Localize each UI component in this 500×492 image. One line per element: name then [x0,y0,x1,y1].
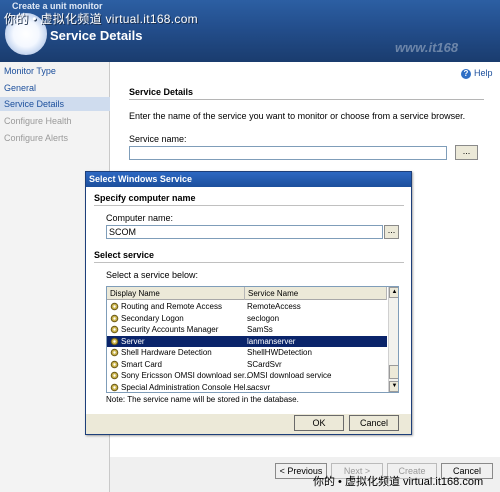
service-display-name: Special Administration Console Hel... [121,382,253,392]
gear-icon [110,371,119,380]
scroll-up-icon[interactable]: ▲ [389,287,398,298]
service-display-name: Routing and Remote Access [121,302,222,311]
scroll-thumb[interactable] [389,365,398,379]
dialog-title: Select Windows Service [89,174,192,184]
service-row[interactable]: Smart Card SCardSvr [107,359,387,370]
instructions-text: Enter the name of the service you want t… [129,111,466,121]
column-header-display-name[interactable]: Display Name [107,287,245,300]
section-title: Service Details [129,87,194,97]
service-short-name: lanmanserver [247,336,296,346]
gear-icon [110,302,119,311]
nav-item-configure-health: Configure Health [4,116,72,126]
section-divider [129,99,484,100]
service-name-input[interactable] [129,146,447,160]
service-short-name: sacsvr [247,382,271,392]
gear-icon [110,325,119,334]
list-scrollbar[interactable]: ▲ ▼ [388,287,398,392]
service-row[interactable]: Sony Ericsson OMSI download ser... OMSI d… [107,370,387,381]
computer-browse-button[interactable]: ... [384,225,399,239]
watermark-bottom: 你的 • 虚拟化频道 virtual.it168.com [313,476,484,488]
computer-name-label: Computer name: [106,213,174,223]
service-display-name: Security Accounts Manager [121,325,219,334]
heading-divider [94,262,404,263]
service-row[interactable]: Server lanmanserver [107,335,387,347]
service-row[interactable]: Shell Hardware Detection ShellHWDetection [107,347,387,358]
gear-icon [110,314,119,323]
computer-name-input[interactable]: SCOM [106,225,383,239]
service-display-name: Secondary Logon [121,313,184,323]
watermark-logo: www.it168 [395,40,459,55]
gear-icon [110,337,119,346]
help-link[interactable]: Help [474,68,493,78]
page-title: Service Details [50,28,143,43]
nav-item-general[interactable]: General [0,81,110,95]
service-browse-button[interactable]: ... [455,145,478,160]
service-short-name: RemoteAccess [247,302,301,311]
service-short-name: seclogon [247,313,280,323]
select-service-label: Select a service below: [106,270,199,280]
specify-computer-heading: Specify computer name [94,193,196,203]
select-windows-service-dialog: Select Windows Service Specify computer … [85,171,412,435]
column-header-service-name[interactable]: Service Name [245,287,387,300]
service-row[interactable]: Routing and Remote Access RemoteAccess [107,301,387,312]
service-row[interactable]: Security Accounts Manager SamSs [107,324,387,335]
help-icon[interactable]: ? [461,69,471,79]
service-name-label: Service name: [129,134,187,144]
gear-icon [110,348,119,357]
service-row[interactable]: Special Administration Console Hel... sac… [107,382,387,393]
service-short-name: OMSI download service [247,371,332,380]
service-display-name: Shell Hardware Detection [121,348,212,357]
gear-icon [110,383,119,392]
list-header: Display Name Service Name [107,287,387,300]
service-display-name: Server [121,336,145,346]
dialog-note: Note: The service name will be stored in… [106,395,299,404]
nav-item-service-details[interactable]: Service Details [0,97,110,111]
dialog-cancel-button[interactable]: Cancel [349,415,399,431]
select-service-heading: Select service [94,250,155,260]
service-list[interactable]: Display Name Service Name Routing and Re… [106,286,399,393]
service-display-name: Sony Ericsson OMSI download ser... [121,371,251,380]
nav-item-monitor-type[interactable]: Monitor Type [0,64,110,78]
service-short-name: SCardSvr [247,359,282,369]
service-display-name: Smart Card [121,359,162,369]
service-short-name: SamSs [247,325,273,334]
watermark-top: 你的 • 虚拟化频道 virtual.it168.com [4,12,198,26]
gear-icon [110,360,119,369]
heading-divider [94,205,404,206]
scroll-down-icon[interactable]: ▼ [389,381,398,392]
nav-item-configure-alerts: Configure Alerts [4,133,69,143]
service-short-name: ShellHWDetection [247,348,312,357]
ok-button[interactable]: OK [294,415,344,431]
service-row[interactable]: Secondary Logon seclogon [107,313,387,324]
